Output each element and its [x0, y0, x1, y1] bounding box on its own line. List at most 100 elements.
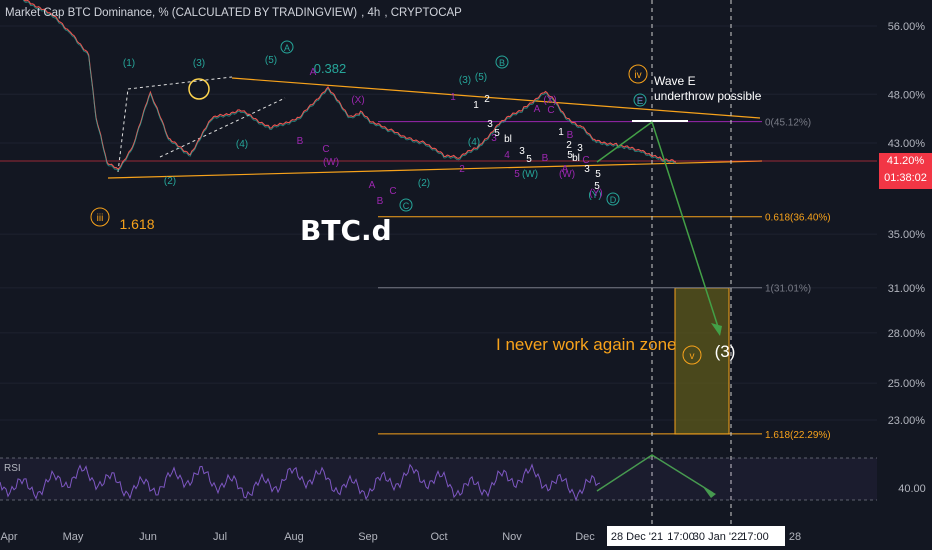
wave-label-purple: 1: [450, 92, 456, 103]
x-tick-label: Oct: [430, 531, 447, 543]
wave-label-green: (5): [265, 55, 277, 66]
wave-e-line-2: underthrow possible: [654, 89, 762, 103]
wave-label-roman: iv: [634, 70, 641, 81]
wave-labels: (1)(2)(3)(4)(5)(3)(4)(5)(2)(W)(Y)ABC(W)(…: [90, 40, 736, 365]
y-tick-label: 25.00%: [888, 378, 926, 390]
wave-label-white: 5: [494, 128, 500, 139]
wave-label-purple: 2: [459, 164, 465, 175]
y-tick-label: 28.00%: [888, 328, 926, 340]
wave-label-purple: C: [389, 186, 396, 197]
wave-label-circled: D: [610, 195, 617, 205]
wave-label-green: (2): [164, 176, 176, 187]
wave-label-purple: 4: [504, 150, 510, 161]
wave-label-green: (4): [236, 139, 248, 150]
y-tick-label: 48.00%: [888, 89, 926, 101]
wave-label-roman: v: [690, 351, 695, 362]
wave-label-white: 5: [595, 169, 601, 180]
lower-trendline: [107, 160, 763, 179]
chart-canvas[interactable]: 0(45.12%) 0.618(36.40%) 1(31.01%) 1.618(22.…: [0, 0, 932, 550]
chart-title: Market Cap BTC Dominance, % (CALCULATED …: [5, 7, 358, 19]
wave-label-green: (3): [459, 75, 471, 86]
x-tick-label: Sep: [358, 531, 378, 543]
wave-label-white: 1: [473, 100, 479, 111]
x-tick-label: 30 Jan '22: [693, 531, 743, 543]
wave-label-purple: (X): [351, 95, 364, 106]
rsi-tick-label: 40.00: [898, 483, 926, 495]
wave-label-white: 5: [526, 154, 532, 165]
rsi-panel: [0, 457, 877, 502]
wave-label-purple: 5: [514, 169, 520, 180]
wave-label-green: (3): [193, 58, 205, 69]
wave-label-green: (1): [123, 58, 135, 69]
zone-label: I never work again zone: [496, 335, 677, 354]
chart-interval: 4h: [367, 7, 381, 19]
wave-label-circled: C: [403, 201, 410, 211]
x-axis: Apr May Jun Jul Aug Sep Oct Nov Dec 28 Dec '21 17:…: [0, 524, 932, 550]
rsi-label: RSI: [4, 463, 21, 474]
ticker-label: BTC.d: [300, 214, 392, 247]
wave-label-white: 3: [487, 119, 493, 130]
y-axis-bg: [877, 0, 932, 524]
wave-e-line-1: Wave E: [654, 74, 696, 88]
wave-label-white: 3: [519, 146, 525, 157]
extension-note: 1.618: [119, 216, 154, 232]
fib-note: 0.382: [314, 61, 347, 76]
x-tick-label: 17:00: [667, 531, 695, 543]
x-tick-label: Apr: [0, 531, 17, 543]
current-price-tag: 41.20% 01:38:02: [879, 153, 932, 189]
fib-level-label: 1(31.01%): [765, 284, 811, 295]
wave-label-purple: B: [542, 153, 549, 164]
wave-label-roman: iii: [97, 213, 104, 224]
projection-arrow-up: [596, 121, 653, 163]
bar-countdown: 01:38:02: [884, 172, 927, 184]
wave-label-green: (4): [468, 137, 480, 148]
x-tick-label: Jul: [213, 531, 227, 543]
wave-label-green: (5): [475, 72, 487, 83]
x-tick-label: Aug: [284, 531, 304, 543]
wave-label-white: 3: [584, 164, 590, 175]
wave-label-circled: E: [637, 96, 643, 106]
wave-label-circled: A: [284, 43, 290, 53]
wave-label-white: 1: [558, 127, 564, 138]
wave-label-white: bl: [572, 153, 580, 164]
wave-label-white: 5: [594, 181, 600, 192]
x-tick-label: 28: [789, 531, 801, 543]
chart-header: Market Cap BTC Dominance, % (CALCULATED …: [5, 7, 462, 19]
fib-level-label: 0.618(36.40%): [765, 213, 831, 224]
y-tick-label: 23.00%: [888, 415, 926, 427]
wave-label-purple: (W): [323, 157, 339, 168]
y-axis: 56.00% 48.00% 43.00% 35.00% 31.00% 28.00% 25.0…: [877, 0, 932, 524]
x-tick-label: Dec: [575, 531, 595, 543]
wave-label-green: (W): [522, 169, 538, 180]
y-tick-label: 31.00%: [888, 283, 926, 295]
wave-e-note: Wave E underthrow possible: [654, 74, 761, 104]
wave-label-purple: B: [297, 136, 304, 147]
x-tick-label: Nov: [502, 531, 522, 543]
x-tick-label: Jun: [139, 531, 157, 543]
wave-label-white: bl: [504, 134, 512, 145]
chart-source: CRYPTOCAP: [390, 7, 462, 19]
zones: [674, 287, 730, 435]
wave-label-circled: B: [499, 58, 505, 68]
y-tick-label: 56.00%: [888, 21, 926, 33]
btc-dominance-line: [23, 0, 677, 170]
fib-level-label: 0(45.12%): [765, 118, 811, 129]
wave-label-purple: B: [377, 196, 384, 207]
y-tick-label: 43.00%: [888, 138, 926, 150]
fib-level-label: 1.618(22.29%): [765, 430, 831, 441]
dashed-wedge-top: [127, 76, 233, 90]
wave-label-purple: C: [322, 144, 329, 155]
wave-label-purple: A: [369, 180, 376, 191]
current-price: 41.20%: [886, 155, 925, 167]
y-tick-label: 35.00%: [888, 229, 926, 241]
wave-label-purple: C: [547, 105, 554, 116]
x-tick-label: May: [63, 531, 84, 543]
projection-label: (3): [715, 342, 736, 361]
fib-levels: 0(45.12%) 0.618(36.40%) 1(31.01%) 1.618(22.…: [378, 118, 831, 441]
x-tick-label: 28 Dec '21: [611, 531, 663, 543]
x-tick-label: 17:00: [741, 531, 769, 543]
highlight-circle: [188, 78, 210, 100]
target-zone: [674, 287, 730, 435]
wave-label-green: (2): [418, 178, 430, 189]
wave-label-white: 2: [484, 94, 490, 105]
